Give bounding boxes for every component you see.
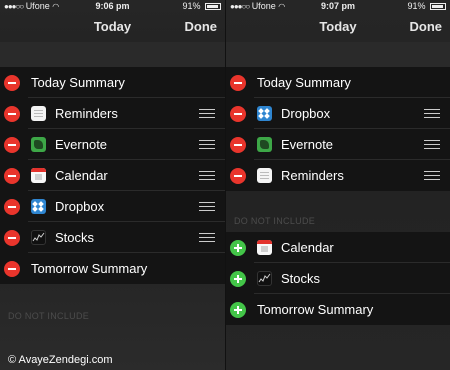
include-list: Today Summary Dropbox Evernote Reminders [226, 67, 450, 191]
header-spacer [226, 42, 450, 67]
exclude-list: Calendar Stocks Tomorrow Summary [226, 232, 450, 325]
stocks-icon [31, 230, 46, 245]
widget-row: Reminders [226, 160, 450, 191]
status-bar: ●●●○○ Ufone ◠ 9:07 pm 91% [226, 0, 450, 12]
widget-label: Reminders [281, 168, 344, 183]
nav-bar: Today Done [0, 12, 225, 42]
battery-percent: 91% [182, 1, 201, 11]
battery-percent: 91% [407, 1, 426, 11]
reorder-handle-icon[interactable] [424, 140, 440, 149]
remove-widget-button[interactable] [4, 106, 20, 122]
reorder-handle-icon[interactable] [424, 171, 440, 180]
nav-bar: Today Done [226, 12, 450, 42]
widget-label: Dropbox [55, 199, 105, 214]
widget-row: Evernote [226, 129, 450, 160]
widget-row: Evernote [0, 129, 225, 160]
dropbox-icon [31, 199, 46, 214]
widget-label: Today Summary [257, 75, 351, 90]
widget-row: Stocks [226, 263, 450, 294]
add-widget-button[interactable] [230, 271, 246, 287]
stocks-icon [257, 271, 272, 286]
widget-row: Dropbox [226, 98, 450, 129]
evernote-icon [257, 137, 272, 152]
battery-icon [430, 3, 446, 11]
done-button[interactable]: Done [185, 19, 218, 34]
widget-row: Dropbox [0, 191, 225, 222]
widget-row: Tomorrow Summary [0, 253, 225, 284]
widget-label: Stocks [55, 230, 95, 245]
watermark: © AvayeZendegi.com [8, 354, 113, 366]
battery-icon [205, 3, 221, 11]
widget-row: Calendar [0, 160, 225, 191]
remove-widget-button[interactable] [4, 137, 20, 153]
widget-label: Calendar [281, 240, 334, 255]
do-not-include-title: DO NOT INCLUDE [234, 216, 316, 226]
done-button[interactable]: Done [410, 19, 443, 34]
remove-widget-button[interactable] [4, 261, 20, 277]
widget-label: Today Summary [31, 75, 125, 90]
widget-row: Today Summary [226, 67, 450, 98]
remove-widget-button[interactable] [230, 75, 246, 91]
widget-label: Tomorrow Summary [257, 302, 374, 317]
remove-widget-button[interactable] [4, 199, 20, 215]
dropbox-icon [257, 106, 272, 121]
reorder-handle-icon[interactable] [199, 109, 215, 118]
reorder-handle-icon[interactable] [424, 109, 440, 118]
remove-widget-button[interactable] [4, 168, 20, 184]
reorder-handle-icon[interactable] [199, 171, 215, 180]
widget-label: Dropbox [281, 106, 331, 121]
widget-label: Calendar [55, 168, 108, 183]
remove-widget-button[interactable] [230, 137, 246, 153]
status-bar: ●●●○○ Ufone ◠ 9:06 pm 91% [0, 0, 225, 12]
calendar-icon [257, 240, 272, 255]
reminders-icon [257, 168, 272, 183]
widget-row: Calendar [226, 232, 450, 263]
reorder-handle-icon[interactable] [199, 140, 215, 149]
widget-label: Tomorrow Summary [31, 261, 148, 276]
widget-label: Evernote [281, 137, 334, 152]
left-screen: ●●●○○ Ufone ◠ 9:06 pm 91% Today Done Tod… [0, 0, 225, 370]
header-spacer [0, 42, 225, 67]
widget-row: Tomorrow Summary [226, 294, 450, 325]
widget-label: Reminders [55, 106, 118, 121]
calendar-icon [31, 168, 46, 183]
widget-row: Reminders [0, 98, 225, 129]
do-not-include-title: DO NOT INCLUDE [8, 311, 90, 321]
add-widget-button[interactable] [230, 302, 246, 318]
widget-label: Stocks [281, 271, 321, 286]
reminders-icon [31, 106, 46, 121]
evernote-icon [31, 137, 46, 152]
remove-widget-button[interactable] [4, 75, 20, 91]
widget-row: Stocks [0, 222, 225, 253]
remove-widget-button[interactable] [4, 230, 20, 246]
add-widget-button[interactable] [230, 240, 246, 256]
remove-widget-button[interactable] [230, 106, 246, 122]
remove-widget-button[interactable] [230, 168, 246, 184]
reorder-handle-icon[interactable] [199, 233, 215, 242]
widget-label: Evernote [55, 137, 108, 152]
right-screen: ●●●○○ Ufone ◠ 9:07 pm 91% Today Done Tod… [226, 0, 450, 370]
include-list: Today Summary Reminders Evernote Calendar Dr… [0, 67, 225, 284]
reorder-handle-icon[interactable] [199, 202, 215, 211]
widget-row: Today Summary [0, 67, 225, 98]
